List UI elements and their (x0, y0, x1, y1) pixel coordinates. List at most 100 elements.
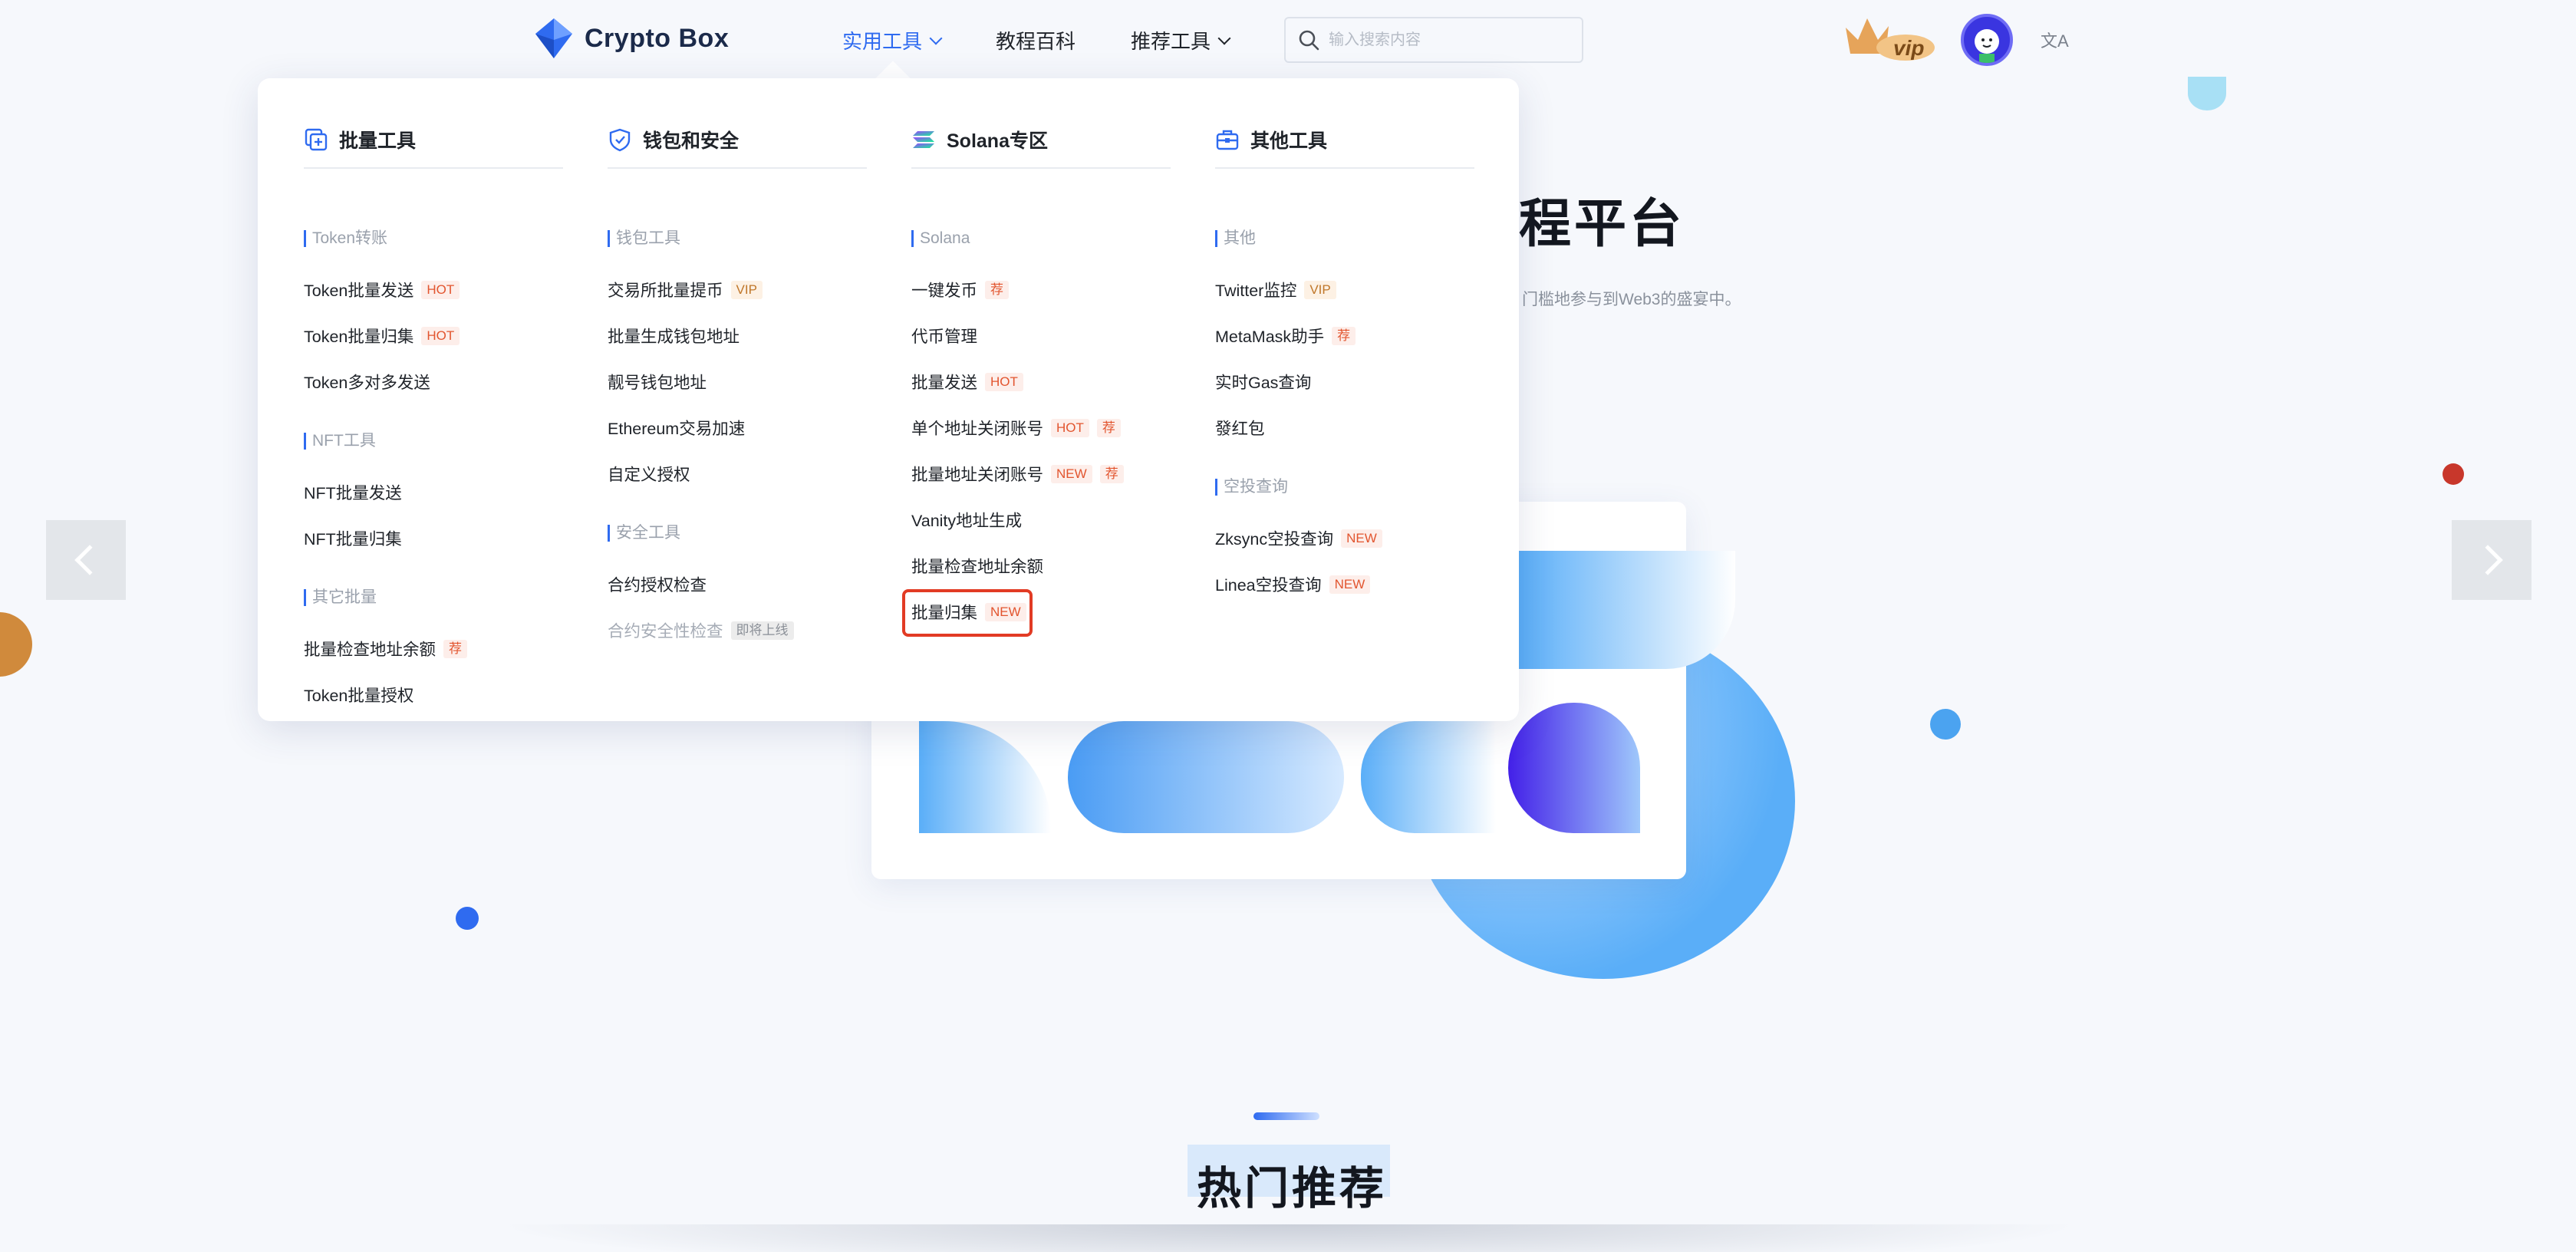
menu-item[interactable]: 批量检查地址余额 (911, 554, 1043, 578)
menu-item-label: Token多对多发送 (304, 374, 430, 392)
menu-item-label: 批量检查地址余额 (911, 558, 1044, 576)
nav-label: 教程百科 (996, 30, 1076, 53)
column-header: 其他工具 (1215, 121, 1474, 169)
search-input[interactable] (1329, 31, 1559, 49)
menu-item[interactable]: 批量地址关闭账号 NEW 荐 (911, 462, 1124, 486)
nav-label: 推荐工具 (1131, 30, 1211, 53)
column-title: Solana专区 (947, 130, 1048, 152)
column-header: 钱包和安全 (608, 121, 867, 169)
menu-item[interactable]: MetaMask助手荐 (1215, 324, 1356, 348)
recommended-badge: 荐 (443, 639, 468, 658)
menu-item[interactable]: NFT批量归集 (304, 526, 402, 550)
vip-badge: VIP (730, 280, 763, 299)
hero-shape (1508, 703, 1640, 833)
menu-item[interactable]: Token批量授权 (304, 683, 413, 707)
hero-shape (1068, 721, 1344, 833)
new-badge: NEW (1051, 464, 1092, 483)
decor-dot (456, 907, 479, 930)
menu-item[interactable]: 靓号钱包地址 (608, 370, 707, 394)
nav-recommended-tools[interactable]: 推荐工具 (1131, 26, 1231, 54)
hero-subtitle: 门槛地参与到Web3的盛宴中。 (1522, 291, 1741, 308)
menu-item[interactable]: Token多对多发送 (304, 370, 430, 394)
menu-item-label: Vanity地址生成 (911, 512, 1023, 530)
menu-item[interactable]: 批量生成钱包地址 (608, 324, 740, 348)
batch-icon (305, 128, 328, 151)
menu-item-label: 批量生成钱包地址 (608, 328, 740, 346)
search-box[interactable] (1284, 17, 1583, 63)
coming-soon-badge: 即将上线 (730, 621, 794, 640)
toolbox-icon (1216, 130, 1239, 150)
nav-tutorials[interactable]: 教程百科 (996, 26, 1076, 54)
decor-dot (2188, 77, 2226, 110)
menu-item[interactable]: Ethereum交易加速 (608, 416, 745, 440)
menu-item[interactable]: 自定义授权 (608, 462, 690, 486)
carousel-indicator[interactable] (1253, 1112, 1319, 1120)
menu-item-label: Token批量发送 (304, 282, 414, 300)
user-avatar[interactable] (1961, 14, 2013, 66)
chevron-left-icon (74, 545, 105, 575)
menu-item-label: 实时Gas查询 (1215, 374, 1312, 392)
group-label: Solana (911, 230, 970, 247)
group-label: 其他 (1215, 230, 1256, 247)
group-label: 空投查询 (1215, 479, 1288, 496)
hero-shape (1519, 551, 1735, 669)
menu-item[interactable]: Token批量归集 HOT (304, 324, 460, 348)
chevron-right-icon (2472, 545, 2503, 575)
column-title: 批量工具 (339, 130, 417, 152)
menu-item[interactable]: Twitter监控 VIP (1215, 278, 1336, 301)
logo-icon (535, 18, 572, 58)
recommended-badge: 荐 (985, 280, 1010, 299)
recommended-badge: 荐 (1099, 464, 1124, 483)
nav-label: 实用工具 (842, 30, 923, 53)
search-icon (1299, 30, 1319, 51)
menu-item[interactable]: NFT批量发送 (304, 480, 402, 504)
top-header: Crypto Box 实用工具 教程百科 推荐工具 vip 文A (0, 0, 2576, 80)
menu-item-label: 合约授权检查 (608, 576, 707, 595)
column-solana: Solana专区 Solana 一键发币荐 代币管理 批量发送 HOT 单个地址关… (902, 121, 1171, 637)
menu-item[interactable]: Vanity地址生成 (911, 508, 1022, 532)
menu-item[interactable]: Zksync空投查询 NEW (1215, 526, 1382, 550)
menu-item[interactable]: 批量检查地址余额荐 (304, 637, 468, 661)
group-label: 其它批量 (304, 589, 377, 606)
menu-item[interactable]: 發红包 (1215, 416, 1265, 440)
brand-logo[interactable]: Crypto Box (534, 15, 729, 61)
menu-item-label: MetaMask助手 (1215, 328, 1325, 346)
column-other-tools: 其他工具 其他 Twitter监控 VIP MetaMask助手荐 实时Gas查询… (1215, 121, 1474, 595)
menu-item[interactable]: 实时Gas查询 (1215, 370, 1311, 394)
menu-item[interactable]: 单个地址关闭账号 HOT 荐 (911, 416, 1121, 440)
menu-item[interactable]: 批量发送 HOT (911, 370, 1023, 394)
menu-item[interactable]: 代币管理 (911, 324, 977, 348)
carousel-next-button[interactable] (2452, 520, 2532, 600)
group-label: NFT工具 (304, 433, 376, 450)
hero-title: 程平台 (1519, 195, 1685, 253)
vip-crown-icon[interactable]: vip (1841, 14, 1936, 63)
svg-text:vip: vip (1893, 36, 1924, 60)
menu-item[interactable]: 合约授权检查 (608, 572, 707, 596)
recommended-badge: 荐 (1332, 326, 1356, 345)
menu-item-label: Twitter监控 (1215, 282, 1297, 300)
menu-item[interactable]: 交易所批量提币 VIP (608, 278, 763, 301)
menu-item[interactable]: Linea空投查询 NEW (1215, 572, 1371, 596)
translate-icon[interactable]: 文A (2041, 28, 2069, 52)
brand-name: Crypto Box (585, 23, 730, 53)
decor-dot (2443, 463, 2464, 485)
menu-item[interactable]: 一键发币荐 (911, 278, 1010, 301)
menu-item[interactable]: Token批量发送 HOT (304, 278, 460, 301)
column-title: 钱包和安全 (643, 130, 740, 152)
menu-item-label: NFT批量归集 (304, 530, 402, 549)
menu-item-label: Ethereum交易加速 (608, 420, 746, 438)
section-title: 热门推荐 (1197, 1164, 1388, 1214)
menu-item-label: 单个地址关闭账号 (911, 420, 1044, 438)
nav-practical-tools[interactable]: 实用工具 (842, 26, 943, 54)
menu-item-label: NFT批量发送 (304, 484, 402, 502)
highlight-box (902, 589, 1033, 637)
solana-icon (913, 131, 934, 148)
chevron-down-icon (929, 31, 943, 44)
decor-half (0, 612, 32, 677)
carousel-prev-button[interactable] (46, 520, 126, 600)
menu-item-label: Token批量归集 (304, 328, 414, 346)
menu-item-label: Zksync空投查询 (1215, 530, 1334, 549)
decor-dot (1930, 709, 1961, 740)
hero-shape (919, 721, 1051, 833)
menu-item-label: Linea空投查询 (1215, 576, 1322, 595)
